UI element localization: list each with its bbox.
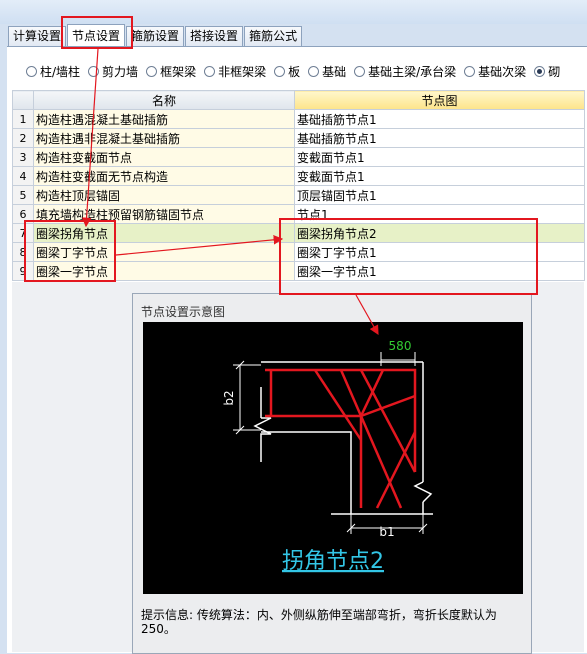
annotation-arrows bbox=[81, 48, 379, 336]
arrow-tab-to-names bbox=[81, 48, 99, 228]
arrow-diagrams-to-preview bbox=[355, 294, 379, 336]
arrow-names-to-diagrams bbox=[115, 235, 284, 256]
